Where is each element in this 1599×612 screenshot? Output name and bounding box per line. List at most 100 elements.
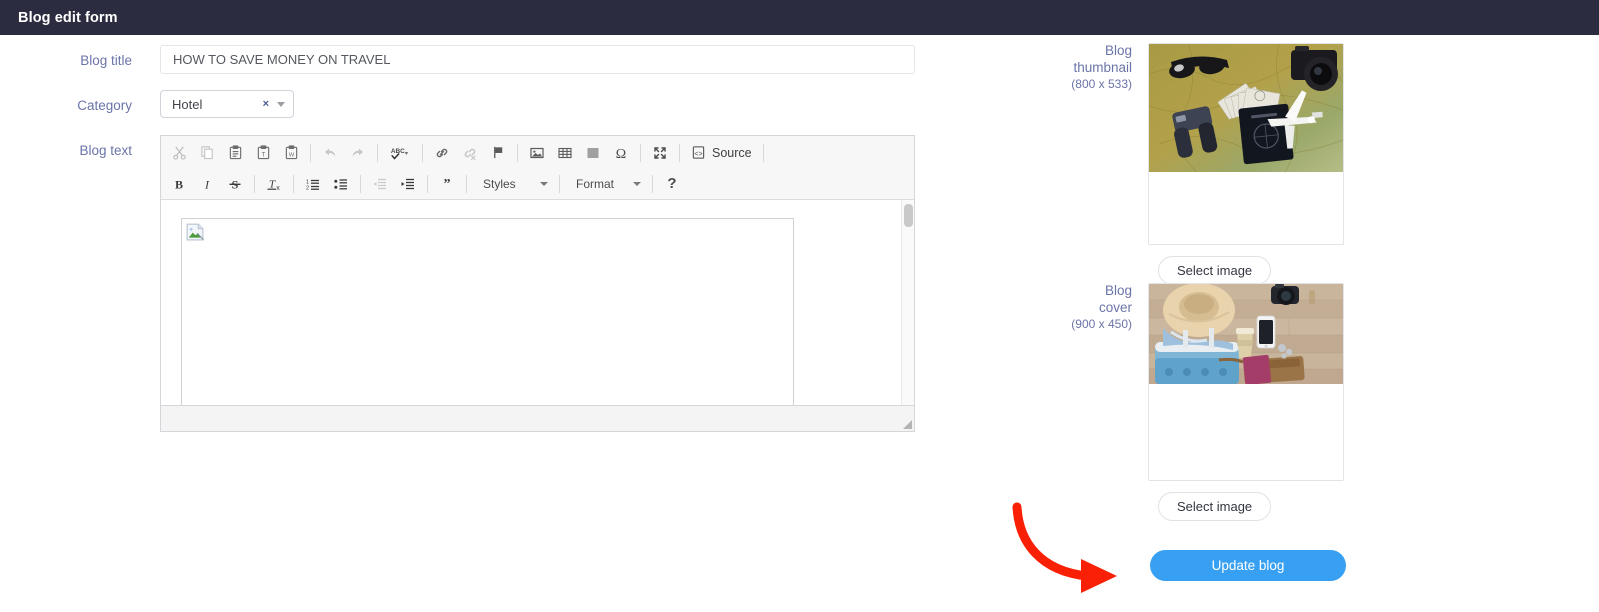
italic-icon[interactable]: I: [194, 172, 220, 196]
blog-cover-label: Blog cover (900 x 450): [1040, 283, 1148, 333]
paste-icon[interactable]: [222, 141, 248, 165]
svg-text:I: I: [204, 177, 210, 191]
chevron-down-icon: [540, 181, 548, 186]
broken-image-placeholder[interactable]: [181, 218, 794, 405]
chevron-down-icon[interactable]: [277, 101, 285, 107]
cut-icon[interactable]: [166, 141, 192, 165]
cover-label-line2: cover: [1098, 299, 1132, 315]
category-selected-value: Hotel: [172, 96, 203, 112]
editor-toolbar: T W ABC Ω <> Source B I T x 1 2 ” Styles…: [161, 136, 914, 200]
editor-toolbar-row-2: B I S: [161, 168, 914, 199]
svg-text:<>: <>: [694, 151, 702, 159]
styles-dropdown[interactable]: Styles: [474, 173, 552, 195]
toolbar-separator: [293, 174, 294, 193]
rich-text-editor: T W ABC Ω <> Source B I T x 1 2 ” Styles…: [160, 135, 915, 432]
editor-toolbar-row-1: T W ABC Ω <> Source: [161, 137, 914, 168]
thumbnail-image: [1149, 44, 1343, 172]
editor-footer: [161, 406, 914, 431]
toolbar-separator: [679, 143, 680, 162]
help-button-label: ?: [667, 175, 677, 192]
toolbar-separator: [310, 143, 311, 162]
toolbar-separator: [762, 143, 764, 162]
redo-icon[interactable]: [345, 141, 371, 165]
format-dropdown-label: Format: [576, 176, 615, 191]
thumbnail-label-line1: Blog: [1104, 43, 1132, 58]
editor-scrollbar-thumb[interactable]: [904, 204, 913, 227]
svg-text:Ω: Ω: [616, 147, 626, 161]
toolbar-separator: [466, 174, 467, 193]
toolbar-separator: [640, 143, 641, 162]
numbered-list-icon[interactable]: 1 2: [300, 172, 326, 196]
blockquote-icon[interactable]: ”: [434, 172, 460, 196]
blog-title-input[interactable]: [160, 45, 915, 74]
format-dropdown[interactable]: Format: [567, 173, 645, 195]
anchor-icon[interactable]: [485, 141, 511, 165]
source-button-label: Source: [712, 145, 752, 160]
broken-image-icon: [186, 223, 204, 241]
blog-cover-block: Blog cover (900 x 450) Select image: [1040, 283, 1344, 521]
update-blog-button[interactable]: Update blog: [1150, 550, 1346, 581]
cover-dimensions: (900 x 450): [1071, 317, 1132, 331]
toolbar-separator: [422, 143, 423, 162]
chevron-down-icon: [633, 181, 641, 186]
blog-thumbnail-label: Blog thumbnail (800 x 533): [1040, 43, 1148, 93]
special-char-icon[interactable]: Ω: [608, 141, 634, 165]
cover-label-line1: Blog: [1104, 283, 1132, 298]
toolbar-separator: [254, 174, 255, 193]
toolbar-separator: [517, 143, 518, 162]
maximize-icon[interactable]: [647, 141, 673, 165]
clear-icon[interactable]: ×: [263, 98, 269, 110]
unlink-icon[interactable]: [457, 141, 483, 165]
copy-icon[interactable]: [194, 141, 220, 165]
window-title: Blog edit form: [18, 9, 118, 26]
spellcheck-icon[interactable]: ABC: [384, 141, 416, 165]
thumbnail-select-image-button[interactable]: Select image: [1158, 256, 1272, 285]
blog-thumbnail-block: Blog thumbnail (800 x 533) Select image: [1040, 43, 1344, 285]
editor-content-area[interactable]: [161, 200, 914, 406]
cover-image: [1149, 284, 1343, 384]
field-blog-title: Blog title: [0, 45, 960, 74]
svg-text:x: x: [276, 185, 280, 192]
table-icon[interactable]: [552, 141, 578, 165]
label-blog-title: Blog title: [80, 53, 132, 68]
svg-text:2: 2: [306, 185, 309, 191]
paste-text-icon[interactable]: T: [250, 141, 276, 165]
field-category: Category Hotel ×: [0, 90, 294, 118]
paste-word-icon[interactable]: W: [278, 141, 304, 165]
bulleted-list-icon[interactable]: [328, 172, 354, 196]
source-icon: <>: [692, 146, 705, 159]
image-icon[interactable]: [524, 141, 550, 165]
undo-icon[interactable]: [317, 141, 343, 165]
thumbnail-dimensions: (800 x 533): [1071, 77, 1132, 91]
editor-scrollbar[interactable]: [901, 200, 914, 405]
remove-format-icon[interactable]: T x: [261, 172, 287, 196]
toolbar-separator: [427, 174, 428, 193]
editor-body[interactable]: [161, 200, 914, 405]
category-select[interactable]: Hotel ×: [160, 90, 294, 118]
source-button[interactable]: <> Source: [685, 141, 758, 165]
cover-preview-frame: [1148, 283, 1344, 481]
field-blog-text: Blog text T W ABC Ω <> Source B I T x 1 …: [0, 135, 915, 432]
thumbnail-label-line2: thumbnail: [1073, 59, 1132, 75]
toolbar-separator: [360, 174, 361, 193]
toolbar-separator: [652, 174, 653, 193]
bold-icon[interactable]: B: [166, 172, 192, 196]
svg-text:T: T: [261, 151, 265, 158]
outdent-icon[interactable]: [367, 172, 393, 196]
page-content: Blog title Category Hotel × Blog text: [0, 35, 1599, 612]
strikethrough-icon[interactable]: S: [222, 172, 248, 196]
label-category: Category: [77, 98, 132, 113]
thumbnail-preview-frame: [1148, 43, 1344, 245]
resize-handle-icon[interactable]: [903, 420, 912, 429]
window-titlebar: Blog edit form: [0, 0, 1599, 35]
cover-select-image-button[interactable]: Select image: [1158, 492, 1272, 521]
svg-text:”: ”: [444, 177, 451, 192]
toolbar-separator: [377, 143, 378, 162]
indent-icon[interactable]: [395, 172, 421, 196]
styles-dropdown-label: Styles: [483, 176, 516, 191]
help-button[interactable]: ?: [659, 172, 685, 196]
svg-text:W: W: [288, 152, 294, 158]
svg-text:B: B: [175, 177, 183, 191]
horizontal-rule-icon[interactable]: [580, 141, 606, 165]
link-icon[interactable]: [429, 141, 455, 165]
